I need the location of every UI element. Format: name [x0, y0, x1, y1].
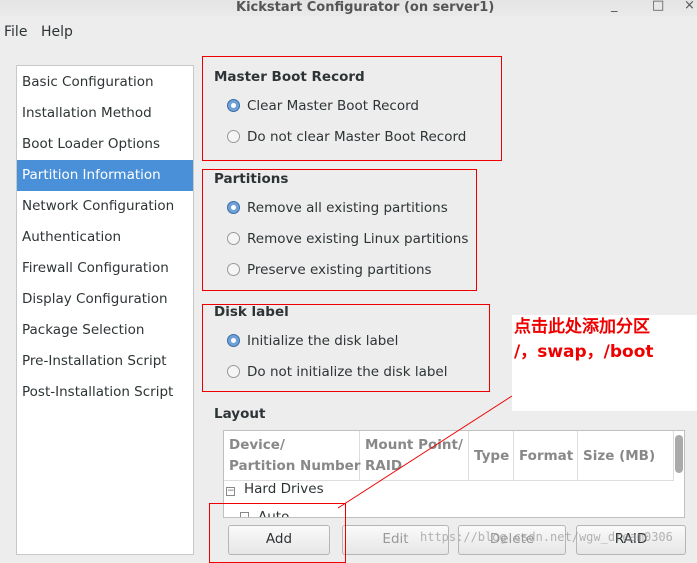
watermark: https://blog.csdn.net/wgw_dream0306 — [420, 530, 673, 544]
annotation-line-2: /，swap，/boot — [514, 342, 654, 362]
annotation-line-1: 点击此处添加分区 — [514, 317, 650, 337]
annotation-arrow-line — [337, 395, 513, 509]
annotation-note: 点击此处添加分区 /，swap，/boot — [512, 315, 697, 411]
